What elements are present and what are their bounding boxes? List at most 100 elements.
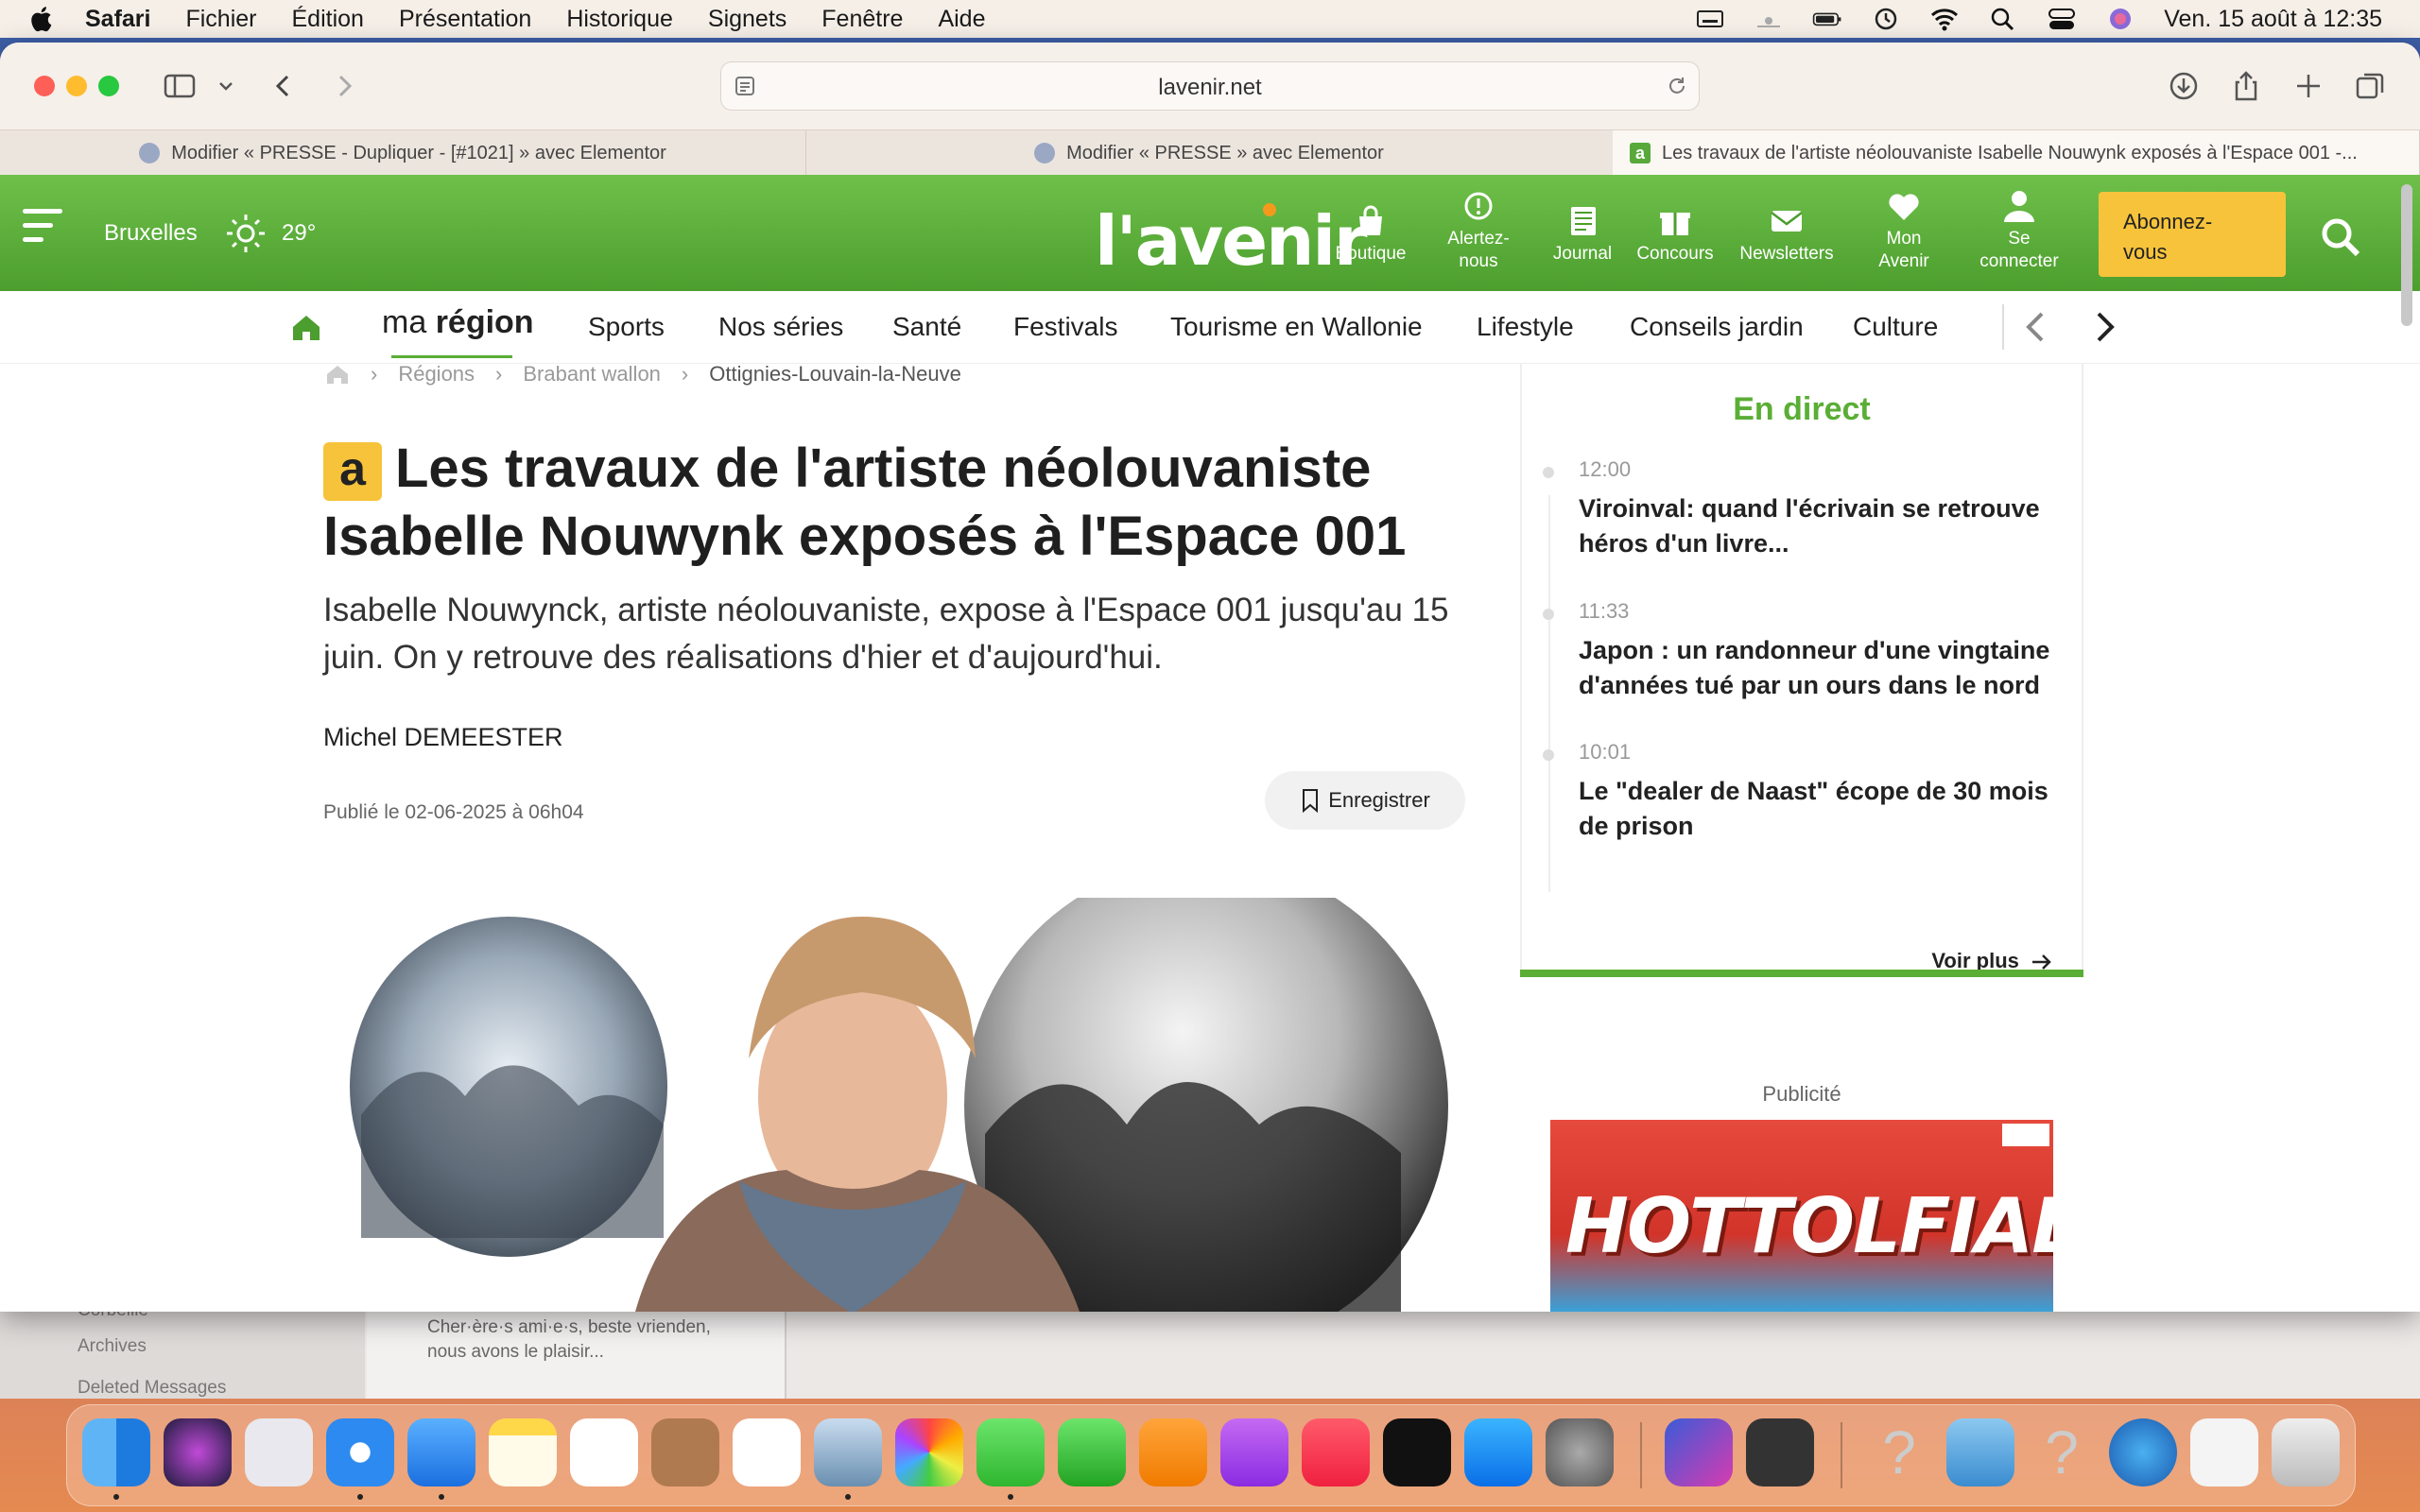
adchoices-icon[interactable] [2002, 1124, 2049, 1146]
app-store-icon[interactable] [1464, 1418, 1532, 1486]
article-photo[interactable] [323, 898, 1458, 1312]
sun-status-icon[interactable] [1754, 6, 1784, 32]
preview-icon[interactable] [814, 1418, 882, 1486]
hamburger-menu-icon[interactable] [23, 209, 64, 256]
apple-tv-icon[interactable] [1383, 1418, 1451, 1486]
contacts-icon[interactable] [651, 1418, 719, 1486]
header-journal[interactable]: Journal [1537, 203, 1628, 266]
menu-presentation[interactable]: Présentation [399, 6, 531, 33]
nav-conseils-jardin[interactable]: Conseils jardin [1630, 312, 1804, 342]
system-settings-icon[interactable] [1546, 1418, 1614, 1486]
live-item[interactable]: 11:33 Japon : un randonneur d'une vingta… [1543, 599, 2051, 703]
menu-historique[interactable]: Historique [566, 6, 673, 33]
header-newsletters[interactable]: Newsletters [1730, 203, 1843, 266]
header-mon-avenir[interactable]: Mon Avenir [1857, 188, 1951, 273]
mail-icon[interactable] [407, 1418, 475, 1486]
home-icon[interactable] [289, 312, 323, 342]
unknown-app-icon[interactable]: ? [2028, 1418, 2096, 1486]
breadcrumb-home-icon[interactable] [325, 364, 350, 385]
breadcrumb-regions[interactable]: Régions [398, 362, 475, 387]
photos-icon[interactable] [895, 1418, 963, 1486]
weather-city[interactable]: Bruxelles [104, 220, 198, 247]
header-concours[interactable]: Concours [1628, 203, 1722, 266]
new-tab-icon[interactable] [2291, 69, 2325, 103]
search-icon[interactable] [2318, 215, 2363, 260]
menu-clock[interactable]: Ven. 15 août à 12:35 [2164, 6, 2382, 33]
podcasts-icon[interactable] [1220, 1418, 1288, 1486]
nav-sports[interactable]: Sports [588, 312, 665, 342]
shortcuts-icon[interactable] [1665, 1418, 1733, 1486]
siri-app-icon[interactable] [164, 1418, 232, 1486]
nav-ma-region[interactable]: ma région [382, 304, 534, 341]
menu-fenetre[interactable]: Fenêtre [821, 6, 903, 33]
live-item-title[interactable]: Le "dealer de Naast" écope de 30 mois de… [1579, 774, 2051, 844]
tab-overview-icon[interactable] [2354, 69, 2388, 103]
menu-app-name[interactable]: Safari [85, 6, 150, 33]
freeform-icon[interactable] [570, 1418, 638, 1486]
header-alertez[interactable]: Alertez-nous [1431, 188, 1526, 273]
back-icon[interactable] [267, 69, 301, 103]
time-machine-icon[interactable] [1871, 6, 1901, 32]
control-center-icon[interactable] [2047, 6, 2077, 32]
menu-fichier[interactable]: Fichier [185, 6, 256, 33]
nav-tourisme[interactable]: Tourisme en Wallonie [1170, 312, 1423, 342]
facetime-icon[interactable] [1058, 1418, 1126, 1486]
document-stack-icon[interactable] [2190, 1418, 2258, 1486]
chevron-right-icon[interactable] [2091, 308, 2119, 346]
calculator-icon[interactable] [1746, 1418, 1814, 1486]
nav-lifestyle[interactable]: Lifestyle [1477, 312, 1574, 342]
scrollbar[interactable] [2401, 184, 2412, 326]
downloads-icon[interactable] [2167, 69, 2201, 103]
finder-icon[interactable] [82, 1418, 150, 1486]
header-se-connecter[interactable]: Se connecter [1972, 188, 2066, 273]
live-item-title[interactable]: Japon : un randonneur d'une vingtaine d'… [1579, 633, 2051, 703]
reload-icon[interactable] [1665, 74, 1689, 98]
article-author[interactable]: Michel DEMEESTER [323, 723, 563, 752]
minimize-window-button[interactable] [66, 76, 87, 96]
tab-article-active[interactable]: a Les travaux de l'artiste néolouvaniste… [1613, 130, 2420, 176]
live-item-title[interactable]: Viroinval: quand l'écrivain se retrouve … [1579, 491, 2051, 561]
tab-elementor-duplicate[interactable]: Modifier « PRESSE - Dupliquer - [#1021] … [0, 130, 806, 176]
close-window-button[interactable] [34, 76, 55, 96]
battery-icon[interactable] [1812, 6, 1842, 32]
live-item[interactable]: 12:00 Viroinval: quand l'écrivain se ret… [1543, 457, 2051, 561]
mail-folder-archives[interactable]: Archives [78, 1336, 147, 1357]
launchpad-icon[interactable] [245, 1418, 313, 1486]
address-bar[interactable]: lavenir.net [720, 61, 1700, 111]
menu-signets[interactable]: Signets [708, 6, 786, 33]
forward-icon[interactable] [327, 69, 361, 103]
url-text[interactable]: lavenir.net [721, 75, 1699, 101]
breadcrumb-ottignies[interactable]: Ottignies-Louvain-la-Neuve [709, 362, 961, 387]
save-article-button[interactable]: Enregistrer [1265, 771, 1465, 830]
notes-icon[interactable] [489, 1418, 557, 1486]
reminders-icon[interactable] [733, 1418, 801, 1486]
globe-icon[interactable] [2109, 1418, 2177, 1486]
spotlight-search-icon[interactable] [1988, 6, 2018, 32]
safari-icon[interactable] [326, 1418, 394, 1486]
subscribe-button[interactable]: Abonnez-vous [2099, 192, 2286, 277]
header-boutique[interactable]: Boutique [1323, 203, 1418, 266]
nav-festivals[interactable]: Festivals [1013, 312, 1117, 342]
advertisement[interactable]: HOTTOLFIADES [1550, 1120, 2053, 1312]
nav-culture[interactable]: Culture [1853, 312, 1938, 342]
mail-folder-deleted[interactable]: Deleted Messages [78, 1378, 226, 1399]
breadcrumb-brabant[interactable]: Brabant wallon [523, 362, 661, 387]
chevron-down-icon[interactable] [216, 69, 236, 103]
apple-icon[interactable] [30, 5, 57, 33]
siri-icon[interactable] [2105, 6, 2135, 32]
menu-edition[interactable]: Édition [292, 6, 364, 33]
chevron-left-icon[interactable] [2021, 308, 2049, 346]
live-item[interactable]: 10:01 Le "dealer de Naast" écope de 30 m… [1543, 740, 2051, 844]
pages-icon[interactable] [1139, 1418, 1207, 1486]
nav-sante[interactable]: Santé [892, 312, 961, 342]
zoom-window-button[interactable] [98, 76, 119, 96]
wifi-icon[interactable] [1929, 6, 1960, 32]
sidebar-toggle-icon[interactable] [163, 69, 197, 103]
mail-preview[interactable]: Cher·ère·s ami·e·s, beste vrienden, nous… [427, 1315, 739, 1365]
nav-nos-series[interactable]: Nos séries [718, 312, 843, 342]
unknown-app-icon[interactable]: ? [1865, 1418, 1933, 1486]
music-icon[interactable] [1302, 1418, 1370, 1486]
trash-icon[interactable] [2272, 1418, 2340, 1486]
downloads-folder-icon[interactable] [1946, 1418, 2014, 1486]
menu-aide[interactable]: Aide [938, 6, 985, 33]
